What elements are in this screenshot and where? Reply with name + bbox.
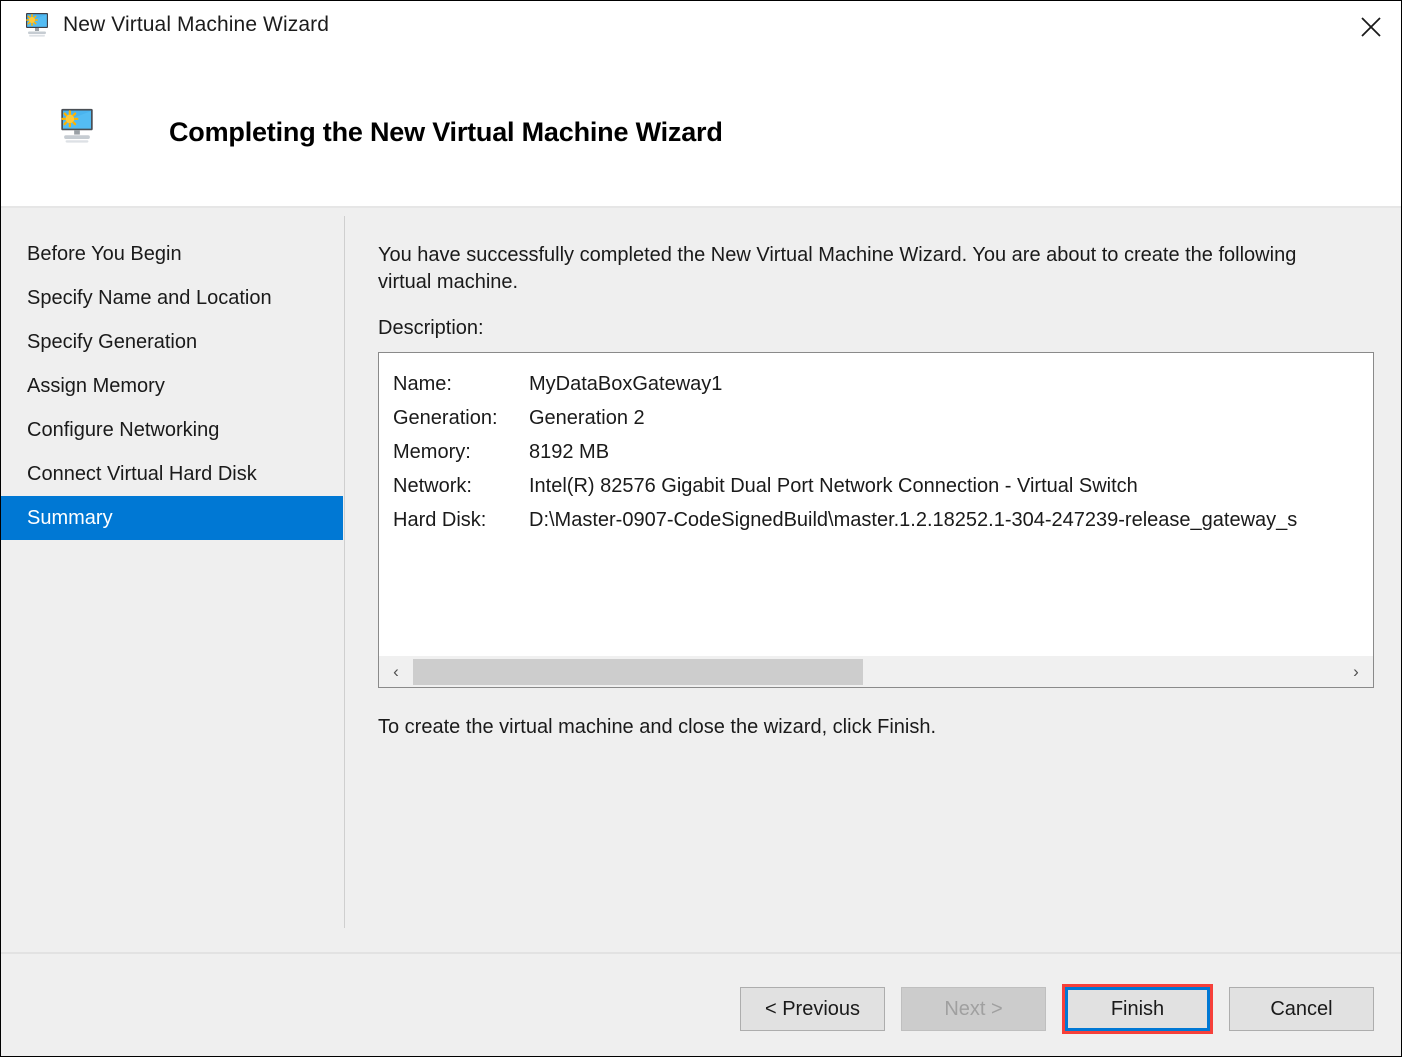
title-bar-left: New Virtual Machine Wizard — [23, 12, 329, 38]
summary-key: Network: — [393, 474, 472, 497]
scroll-right-arrow-icon[interactable]: › — [1339, 656, 1373, 688]
description-box: Name: MyDataBoxGateway1 Generation: Gene… — [378, 352, 1374, 689]
summary-key: Name: — [393, 372, 452, 395]
finish-button-annotation: Finish — [1062, 984, 1213, 1034]
sidebar-item-label: Configure Networking — [27, 418, 220, 441]
description-label: Description: — [378, 317, 484, 340]
summary-row-name: Name: MyDataBoxGateway1 — [393, 367, 1373, 401]
vertical-divider — [344, 216, 345, 928]
sidebar-item-label: Summary — [27, 506, 113, 529]
sidebar-item-specify-generation[interactable]: Specify Generation — [1, 320, 343, 364]
cancel-button[interactable]: Cancel — [1229, 987, 1374, 1031]
scrollbar-thumb[interactable] — [413, 659, 863, 686]
previous-button[interactable]: < Previous — [740, 987, 885, 1031]
summary-value: MyDataBoxGateway1 — [529, 372, 723, 395]
intro-text: You have successfully completed the New … — [378, 244, 1297, 293]
close-button[interactable] — [1341, 1, 1401, 53]
sidebar-item-label: Assign Memory — [27, 374, 165, 397]
virtual-machine-icon — [23, 12, 51, 38]
footer-button-row: < Previous Next > Finish Cancel — [740, 984, 1374, 1034]
close-icon — [1361, 17, 1381, 37]
wizard-header: Completing the New Virtual Machine Wizar… — [1, 59, 1401, 208]
horizontal-scrollbar[interactable]: ‹ › — [379, 655, 1373, 688]
next-button: Next > — [901, 987, 1046, 1031]
summary-value: Intel(R) 82576 Gigabit Dual Port Network… — [529, 474, 1138, 497]
sidebar-item-label: Before You Begin — [27, 242, 182, 265]
sidebar-item-assign-memory[interactable]: Assign Memory — [1, 364, 343, 408]
outro-text: To create the virtual machine and close … — [378, 716, 937, 739]
summary-key: Memory: — [393, 440, 471, 463]
wizard-step-nav: Before You Begin Specify Name and Locati… — [1, 232, 343, 540]
scroll-left-arrow-icon[interactable]: ‹ — [379, 656, 413, 688]
new-virtual-machine-wizard-window: New Virtual Machine Wizard Completing th… — [0, 0, 1402, 1057]
sidebar-item-configure-networking[interactable]: Configure Networking — [1, 408, 343, 452]
sidebar-item-specify-name-and-location[interactable]: Specify Name and Location — [1, 276, 343, 320]
window-title: New Virtual Machine Wizard — [63, 13, 329, 36]
title-bar: New Virtual Machine Wizard — [1, 1, 1401, 59]
page-title: Completing the New Virtual Machine Wizar… — [169, 117, 723, 147]
sidebar-item-before-you-begin[interactable]: Before You Begin — [1, 232, 343, 276]
summary-row-memory: Memory: 8192 MB — [393, 435, 1373, 469]
summary-value: 8192 MB — [529, 440, 610, 463]
virtual-machine-icon — [57, 107, 97, 145]
sidebar-item-connect-virtual-hard-disk[interactable]: Connect Virtual Hard Disk — [1, 452, 343, 496]
wizard-footer: < Previous Next > Finish Cancel — [1, 954, 1401, 1056]
summary-key: Hard Disk: — [393, 508, 487, 531]
sidebar-item-summary[interactable]: Summary — [1, 496, 343, 540]
summary-key: Generation: — [393, 406, 498, 429]
scrollbar-track[interactable] — [413, 656, 1339, 688]
wizard-body: Before You Begin Specify Name and Locati… — [1, 210, 1401, 952]
summary-row-network: Network: Intel(R) 82576 Gigabit Dual Por… — [393, 469, 1373, 503]
summary-value: Generation 2 — [529, 406, 645, 429]
finish-button[interactable]: Finish — [1065, 987, 1210, 1031]
sidebar-item-label: Specify Name and Location — [27, 286, 272, 309]
summary-row-generation: Generation: Generation 2 — [393, 401, 1373, 435]
summary-row-hard-disk: Hard Disk: D:\Master-0907-CodeSignedBuil… — [393, 503, 1373, 537]
summary-pane: You have successfully completed the New … — [378, 242, 1374, 739]
summary-value: D:\Master-0907-CodeSignedBuild\master.1.… — [529, 508, 1298, 531]
sidebar-item-label: Connect Virtual Hard Disk — [27, 462, 257, 485]
summary-rows: Name: MyDataBoxGateway1 Generation: Gene… — [379, 353, 1373, 537]
sidebar-item-label: Specify Generation — [27, 330, 198, 353]
